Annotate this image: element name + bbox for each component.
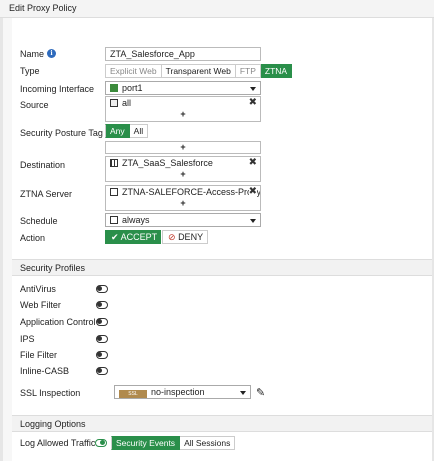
add-posture-tag-icon[interactable]: +	[106, 142, 260, 153]
ztna-server-value: ZTNA-SALEFORCE-Access-Proxy	[122, 187, 260, 197]
log-option-security-events[interactable]: Security Events	[111, 436, 181, 450]
ssl-inspection-label: SSL Inspection	[20, 388, 81, 398]
schedule-label: Schedule	[20, 216, 58, 226]
application-control-toggle[interactable]	[96, 318, 108, 326]
add-ztna-server-icon[interactable]: +	[106, 198, 260, 209]
chevron-down-icon	[250, 87, 256, 91]
chevron-down-icon	[240, 391, 246, 395]
application-control-label: Application Control	[20, 317, 96, 327]
type-option-ftp[interactable]: FTP	[235, 64, 261, 78]
incoming-interface-value: port1	[122, 83, 143, 93]
type-option-explicit-web[interactable]: Explicit Web	[105, 64, 162, 78]
posture-label: Security Posture Tag	[20, 128, 103, 138]
inline-casb-label: Inline-CASB	[20, 366, 70, 376]
ztna-server-field[interactable]: ZTNA-SALEFORCE-Access-Proxy ✖ +	[105, 185, 261, 211]
destination-label: Destination	[20, 160, 66, 170]
edit-pencil-icon[interactable]: ✎	[256, 386, 265, 399]
info-icon[interactable]: i	[47, 49, 56, 58]
type-selector: Explicit Web Transparent Web FTP ZTNA	[105, 64, 293, 78]
port-icon	[110, 84, 118, 92]
log-mode-selector: Security Events All Sessions	[111, 436, 236, 450]
destination-entry: ZTA_SaaS_Salesforce ✖	[106, 157, 260, 169]
type-option-ztna[interactable]: ZTNA	[260, 64, 293, 78]
accept-label: ACCEPT	[120, 232, 158, 242]
source-field[interactable]: all ✖ +	[105, 96, 261, 122]
type-option-transparent-web[interactable]: Transparent Web	[161, 64, 236, 78]
ssl-inspection-select[interactable]: SSL no-inspection	[114, 385, 251, 399]
ips-label: IPS	[20, 334, 35, 344]
antivirus-toggle[interactable]	[96, 285, 108, 293]
ssl-badge: SSL	[119, 390, 147, 398]
name-label: Name	[20, 49, 45, 59]
destination-field[interactable]: ZTA_SaaS_Salesforce ✖ +	[105, 156, 261, 182]
posture-option-all[interactable]: All	[129, 124, 149, 138]
antivirus-label: AntiVirus	[20, 284, 56, 294]
source-value: all	[122, 98, 132, 108]
incoming-interface-select[interactable]: port1	[105, 81, 261, 95]
incoming-interface-label: Incoming Interface	[20, 84, 95, 94]
posture-option-any[interactable]: Any	[105, 124, 130, 138]
log-option-all-sessions[interactable]: All Sessions	[180, 436, 236, 450]
ssl-inspection-value: no-inspection	[151, 387, 205, 397]
check-icon: ✔	[111, 232, 119, 242]
source-label: Source	[20, 100, 49, 110]
remove-source-icon[interactable]: ✖	[249, 97, 257, 109]
ztna-server-entry: ZTNA-SALEFORCE-Access-Proxy ✖	[106, 186, 260, 198]
file-filter-label: File Filter	[20, 350, 58, 360]
ztna-server-label: ZTNA Server	[20, 189, 73, 199]
posture-selector: Any All	[105, 124, 149, 138]
remove-destination-icon[interactable]: ✖	[249, 157, 257, 169]
action-label: Action	[20, 233, 46, 243]
destination-value: ZTA_SaaS_Salesforce	[122, 158, 213, 168]
log-allowed-traffic-label: Log Allowed Traffic	[20, 438, 96, 448]
type-label: Type	[20, 66, 40, 76]
accept-button[interactable]: ✔ ACCEPT	[105, 230, 161, 244]
address-group-icon	[110, 159, 118, 167]
file-filter-toggle[interactable]	[96, 351, 108, 359]
source-entry: all ✖	[106, 97, 260, 109]
server-icon	[110, 188, 118, 196]
posture-tag-field[interactable]: +	[105, 141, 261, 154]
deny-label: DENY	[178, 232, 204, 242]
window-title: Edit Proxy Policy	[0, 0, 434, 18]
schedule-select[interactable]: always	[105, 213, 261, 227]
name-input[interactable]: ZTA_Salesforce_App	[105, 47, 261, 61]
remove-ztna-server-icon[interactable]: ✖	[248, 186, 257, 198]
web-filter-toggle[interactable]	[96, 301, 108, 309]
address-icon	[110, 99, 118, 107]
schedule-value: always	[122, 215, 150, 225]
logging-options-header: Logging Options	[12, 415, 432, 432]
deny-button[interactable]: ⊘ DENY	[162, 230, 208, 244]
calendar-icon	[110, 216, 118, 224]
chevron-down-icon	[250, 219, 256, 223]
log-allowed-traffic-toggle[interactable]	[95, 439, 107, 447]
inline-casb-toggle[interactable]	[96, 367, 108, 375]
frame-gutter	[3, 18, 12, 461]
security-profiles-header: Security Profiles	[12, 259, 432, 276]
ips-toggle[interactable]	[96, 335, 108, 343]
add-source-icon[interactable]: +	[106, 109, 260, 120]
add-destination-icon[interactable]: +	[106, 169, 260, 180]
web-filter-label: Web Filter	[20, 300, 61, 310]
deny-icon: ⊘	[168, 232, 176, 242]
